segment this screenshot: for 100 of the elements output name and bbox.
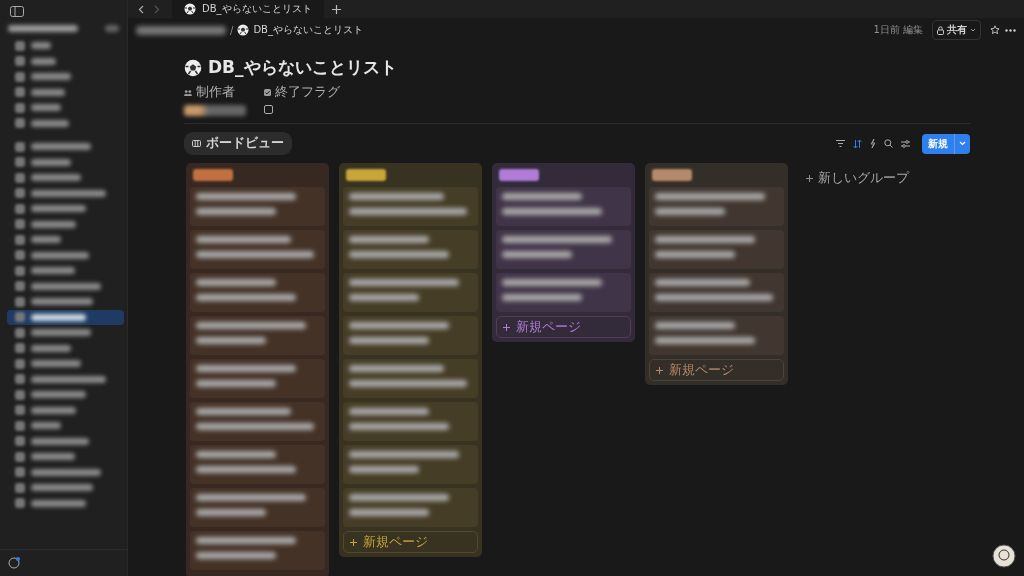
blurred-text [655,208,725,215]
blurred-text [349,466,419,473]
board-card[interactable] [649,316,784,355]
blurred-icon [15,250,25,261]
browser-tab[interactable]: DB_やらないことリスト [172,0,324,18]
board-card[interactable] [649,273,784,312]
blurred-icon [15,420,25,431]
blurred-text [31,205,86,213]
blurred-icon [15,327,25,338]
blurred-text [31,406,76,414]
board-card[interactable] [190,273,325,312]
board-card[interactable] [343,316,478,355]
plus-icon [350,538,357,546]
more-icon[interactable] [1005,28,1016,32]
blurred-text [31,236,61,244]
avatar-icon[interactable] [992,544,1016,568]
blurred-text [31,158,71,166]
blurred-icon [15,118,25,129]
view-tab[interactable]: ボードビュー [184,132,292,155]
blurred-text [31,391,86,399]
blurred-icon [15,172,25,183]
blurred-icon [15,40,25,51]
board-icon [192,140,201,147]
board-card[interactable] [190,230,325,269]
blurred-icon [15,498,25,509]
board-card[interactable] [496,187,631,226]
board-card[interactable] [190,402,325,441]
board-card[interactable] [343,445,478,484]
blurred-icon [15,203,25,214]
blurred-text [31,313,86,321]
board-card[interactable] [190,316,325,355]
blurred-icon [15,87,25,98]
blurred-icon [105,25,119,32]
lightning-icon[interactable] [870,139,876,148]
board-card[interactable] [190,359,325,398]
settings-sliders-icon[interactable] [901,139,910,148]
blurred-icon [15,141,25,152]
lock-icon [937,25,944,35]
blurred-text [31,73,71,81]
search-icon[interactable] [884,139,893,148]
blurred-icon [15,358,25,369]
board-card[interactable] [343,187,478,226]
board-card[interactable] [190,488,325,527]
filter-icon[interactable] [836,140,845,147]
breadcrumb-link[interactable]: DB_やらないことリスト [253,23,363,37]
blurred-text [31,251,89,259]
blurred-text [31,282,101,290]
blurred-icon [15,296,25,307]
board-card[interactable] [190,445,325,484]
blurred-text [31,329,91,337]
blurred-text [31,119,69,127]
blurred-icon [15,374,25,385]
blurred-icon [15,405,25,416]
blurred-text [196,509,266,516]
property-label: 制作者 [196,84,235,101]
blurred-icon [15,467,25,478]
sidebar-toggle-icon[interactable] [10,6,24,17]
blurred-icon [15,157,25,168]
board-card[interactable] [649,187,784,226]
new-tab-icon[interactable] [331,4,341,14]
people-icon [184,89,192,96]
board-card[interactable] [343,230,478,269]
new-group-button[interactable]: 新しいグループ [798,163,917,194]
star-icon[interactable] [990,25,1000,35]
soccer-ball-icon [184,58,202,77]
back-icon[interactable] [138,4,144,14]
new-page-button[interactable]: 新規ページ [496,316,631,338]
new-page-button[interactable]: 新規ページ [649,359,784,381]
board-card[interactable] [496,273,631,312]
blurred-icon [15,102,25,113]
blurred-text [502,251,572,258]
blurred-text [31,220,76,228]
board-card[interactable] [343,273,478,312]
blurred-text [31,422,61,430]
blurred-text [31,57,56,65]
blurred-icon [15,265,25,276]
forward-icon[interactable] [154,4,160,14]
property-label: 終了フラグ [275,84,340,101]
board-card[interactable] [343,402,478,441]
tab-title: DB_やらないことリスト [202,2,312,16]
blurred-icon [15,234,25,245]
page-title: DB_やらないことリスト [208,56,397,79]
blurred-text [31,360,81,368]
chevron-down-icon [959,141,966,146]
board-card[interactable] [190,531,325,570]
sort-icon[interactable] [853,139,862,148]
blurred-text [31,174,81,182]
edited-time: 1日前 編集 [873,23,923,37]
blurred-text [31,437,89,445]
checkbox[interactable] [264,105,273,114]
new-page-button[interactable]: 新規ページ [343,531,478,553]
board-card[interactable] [190,187,325,226]
board-card[interactable] [343,488,478,527]
new-button[interactable]: 新規 [922,133,970,154]
share-button[interactable]: 共有 [932,20,981,40]
board-card[interactable] [649,230,784,269]
board-card[interactable] [343,359,478,398]
breadcrumb-separator: / [230,24,234,36]
sidebar-item-selected[interactable] [7,309,124,325]
board-card[interactable] [496,230,631,269]
